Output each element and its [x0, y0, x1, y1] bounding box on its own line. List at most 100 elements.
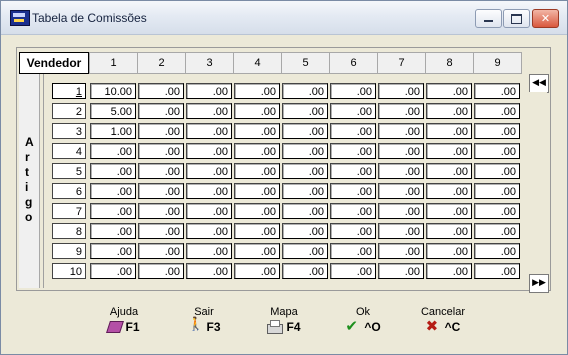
commission-cell[interactable]: .00 — [378, 123, 424, 139]
commission-cell[interactable]: 5.00 — [90, 103, 136, 119]
commission-cell[interactable]: .00 — [282, 143, 328, 159]
commission-cell[interactable]: .00 — [426, 143, 472, 159]
commission-cell[interactable]: .00 — [234, 263, 280, 279]
scroll-left-button[interactable]: ◀◀ — [529, 74, 549, 93]
commission-cell[interactable]: .00 — [186, 123, 232, 139]
commission-cell[interactable]: .00 — [90, 223, 136, 239]
commission-cell[interactable]: .00 — [378, 183, 424, 199]
commission-cell[interactable]: .00 — [186, 163, 232, 179]
grid-scrollbar[interactable] — [529, 92, 547, 274]
commission-cell[interactable]: .00 — [186, 223, 232, 239]
column-header-5[interactable]: 5 — [281, 52, 330, 74]
column-header-7[interactable]: 7 — [377, 52, 426, 74]
commission-cell[interactable]: .00 — [474, 263, 520, 279]
commission-cell[interactable]: .00 — [330, 103, 376, 119]
maximize-button[interactable] — [503, 9, 530, 28]
column-header-4[interactable]: 4 — [233, 52, 282, 74]
commission-cell[interactable]: .00 — [426, 83, 472, 99]
commission-cell[interactable]: .00 — [330, 223, 376, 239]
commission-cell[interactable]: .00 — [474, 123, 520, 139]
commission-cell[interactable]: .00 — [426, 223, 472, 239]
commission-cell[interactable]: .00 — [282, 183, 328, 199]
commission-cell[interactable]: .00 — [234, 103, 280, 119]
commission-cell[interactable]: .00 — [186, 263, 232, 279]
commission-cell[interactable]: .00 — [330, 163, 376, 179]
sair-button[interactable]: Sair F3 — [174, 306, 234, 334]
commission-cell[interactable]: .00 — [138, 203, 184, 219]
scroll-right-button[interactable]: ▶▶ — [529, 274, 549, 293]
commission-cell[interactable]: .00 — [378, 263, 424, 279]
commission-cell[interactable]: .00 — [234, 223, 280, 239]
commission-cell[interactable]: .00 — [378, 223, 424, 239]
commission-cell[interactable]: .00 — [90, 263, 136, 279]
commission-cell[interactable]: .00 — [186, 203, 232, 219]
commission-cell[interactable]: .00 — [282, 123, 328, 139]
commission-cell[interactable]: .00 — [330, 263, 376, 279]
commission-cell[interactable]: .00 — [474, 83, 520, 99]
commission-cell[interactable]: .00 — [426, 203, 472, 219]
column-header-9[interactable]: 9 — [473, 52, 522, 74]
commission-cell[interactable]: .00 — [282, 163, 328, 179]
commission-cell[interactable]: .00 — [282, 83, 328, 99]
commission-cell[interactable]: .00 — [90, 143, 136, 159]
commission-cell[interactable]: .00 — [330, 83, 376, 99]
commission-cell[interactable]: .00 — [234, 243, 280, 259]
commission-cell[interactable]: .00 — [330, 243, 376, 259]
commission-cell[interactable]: .00 — [330, 143, 376, 159]
commission-cell[interactable]: .00 — [138, 183, 184, 199]
commission-cell[interactable]: .00 — [378, 83, 424, 99]
commission-cell[interactable]: .00 — [426, 243, 472, 259]
commission-cell[interactable]: .00 — [378, 103, 424, 119]
ajuda-button[interactable]: Ajuda F1 — [94, 306, 154, 334]
commission-cell[interactable]: .00 — [474, 143, 520, 159]
commission-cell[interactable]: .00 — [282, 203, 328, 219]
commission-cell[interactable]: .00 — [474, 163, 520, 179]
commission-cell[interactable]: .00 — [234, 183, 280, 199]
commission-cell[interactable]: .00 — [186, 183, 232, 199]
commission-cell[interactable]: .00 — [90, 243, 136, 259]
commission-cell[interactable]: .00 — [282, 103, 328, 119]
commission-cell[interactable]: .00 — [186, 243, 232, 259]
commission-cell[interactable]: .00 — [330, 123, 376, 139]
commission-cell[interactable]: .00 — [426, 263, 472, 279]
commission-cell[interactable]: .00 — [138, 243, 184, 259]
commission-cell[interactable]: .00 — [234, 123, 280, 139]
commission-cell[interactable]: .00 — [90, 203, 136, 219]
commission-cell[interactable]: .00 — [90, 183, 136, 199]
commission-cell[interactable]: 10.00 — [90, 83, 136, 99]
commission-cell[interactable]: .00 — [138, 163, 184, 179]
commission-cell[interactable]: .00 — [138, 103, 184, 119]
column-header-6[interactable]: 6 — [329, 52, 378, 74]
commission-cell[interactable]: .00 — [426, 163, 472, 179]
minimize-button[interactable] — [475, 9, 502, 28]
column-header-2[interactable]: 2 — [137, 52, 186, 74]
commission-cell[interactable]: .00 — [378, 203, 424, 219]
column-header-3[interactable]: 3 — [185, 52, 234, 74]
commission-cell[interactable]: .00 — [186, 83, 232, 99]
commission-cell[interactable]: .00 — [378, 243, 424, 259]
commission-cell[interactable]: .00 — [138, 223, 184, 239]
close-button[interactable]: ✕ — [532, 9, 559, 28]
column-header-1[interactable]: 1 — [89, 52, 138, 74]
commission-cell[interactable]: .00 — [474, 243, 520, 259]
commission-cell[interactable]: .00 — [474, 223, 520, 239]
commission-cell[interactable]: .00 — [234, 203, 280, 219]
commission-cell[interactable]: .00 — [282, 223, 328, 239]
ok-button[interactable]: Ok ^O — [333, 306, 393, 335]
commission-cell[interactable]: .00 — [474, 203, 520, 219]
commission-cell[interactable]: .00 — [426, 123, 472, 139]
commission-cell[interactable]: .00 — [234, 143, 280, 159]
commission-cell[interactable]: .00 — [234, 83, 280, 99]
commission-cell[interactable]: .00 — [186, 143, 232, 159]
commission-cell[interactable]: .00 — [378, 163, 424, 179]
commission-cell[interactable]: .00 — [426, 103, 472, 119]
commission-cell[interactable]: .00 — [138, 263, 184, 279]
commission-cell[interactable]: .00 — [378, 143, 424, 159]
commission-cell[interactable]: .00 — [474, 103, 520, 119]
commission-cell[interactable]: .00 — [330, 203, 376, 219]
commission-cell[interactable]: .00 — [282, 243, 328, 259]
commission-cell[interactable]: .00 — [474, 183, 520, 199]
commission-cell[interactable]: .00 — [138, 123, 184, 139]
commission-cell[interactable]: .00 — [90, 163, 136, 179]
commission-cell[interactable]: .00 — [282, 263, 328, 279]
